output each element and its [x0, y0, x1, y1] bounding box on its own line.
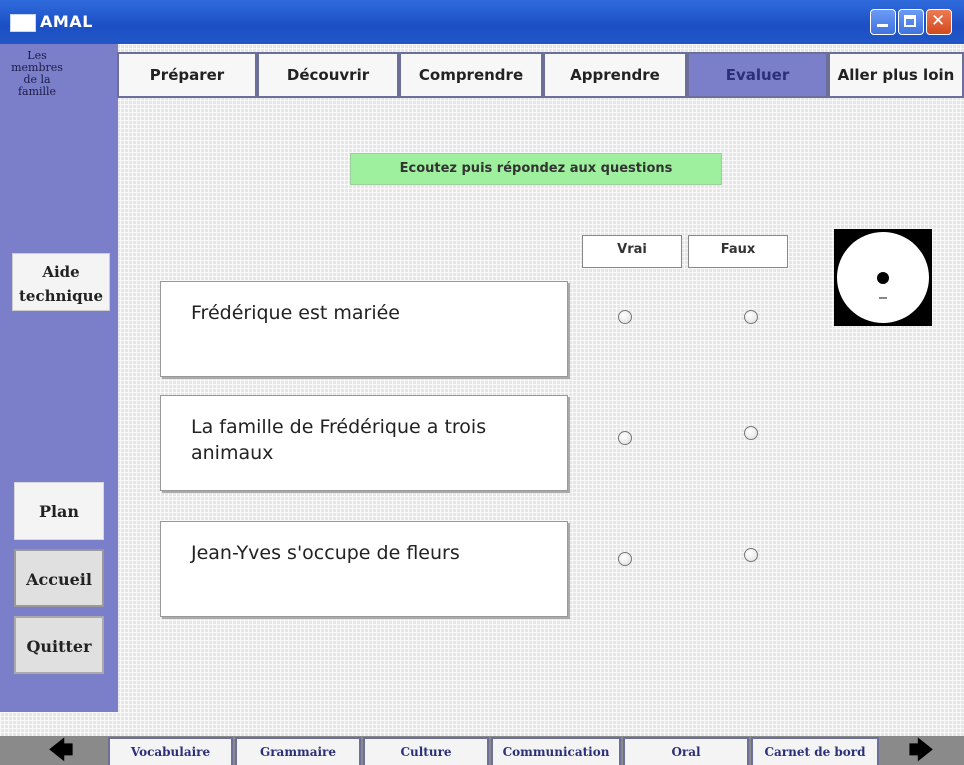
radio-false-q2[interactable]: [744, 426, 758, 440]
quit-button[interactable]: Quitter: [14, 616, 104, 674]
maximize-button[interactable]: [898, 9, 924, 35]
minimize-icon: [877, 24, 888, 27]
cd-label: [879, 297, 887, 299]
app-icon: [10, 14, 36, 32]
radio-false-q3[interactable]: [744, 548, 758, 562]
radio-true-q3[interactable]: [618, 552, 632, 566]
question-text: Jean-Yves s'occupe de fleurs: [191, 542, 460, 564]
arrow-left-icon[interactable]: 🡄: [16, 736, 106, 765]
sidebar: Les membres de la famille: [0, 44, 118, 712]
tab-oral[interactable]: Oral: [623, 737, 749, 765]
close-button[interactable]: ✕: [926, 9, 952, 35]
radio-true-q2[interactable]: [618, 431, 632, 445]
tab-vocabulaire[interactable]: Vocabulaire: [108, 737, 233, 765]
tab-apprendre[interactable]: Apprendre: [543, 52, 687, 98]
arrow-right-icon[interactable]: 🡆: [881, 736, 961, 765]
tab-aller-plus-loin[interactable]: Aller plus loin: [828, 52, 964, 98]
question-text: Frédérique est mariée: [191, 302, 400, 324]
maximize-icon: [904, 15, 916, 27]
tab-preparer[interactable]: Préparer: [117, 52, 257, 98]
tab-evaluer[interactable]: Evaluer: [687, 52, 828, 98]
help-label-line2: technique: [18, 287, 104, 305]
instruction-banner: Ecoutez puis répondez aux questions: [350, 153, 722, 185]
question-text: La famille de Frédérique a trois animaux: [191, 416, 487, 464]
cd-disc: [837, 232, 929, 323]
tab-grammaire[interactable]: Grammaire: [235, 737, 361, 765]
tab-decouvrir[interactable]: Découvrir: [257, 52, 399, 98]
tab-carnet-de-bord[interactable]: Carnet de bord: [751, 737, 879, 765]
home-button[interactable]: Accueil: [14, 549, 104, 607]
help-button[interactable]: Aide technique: [12, 253, 110, 311]
main-content-area: [0, 44, 964, 736]
false-column-header: Faux: [688, 235, 788, 268]
minimize-button[interactable]: [870, 9, 896, 35]
topic-label: Les membres de la famille: [11, 49, 63, 98]
tab-communication[interactable]: Communication: [491, 737, 621, 765]
tab-comprendre[interactable]: Comprendre: [399, 52, 543, 98]
question-card: Jean-Yves s'occupe de fleurs: [160, 521, 568, 617]
plan-button[interactable]: Plan: [14, 482, 104, 540]
window-titlebar: AMAL ✕: [0, 0, 964, 44]
close-icon: ✕: [931, 11, 946, 31]
window-title: AMAL: [40, 12, 93, 31]
question-card: Frédérique est mariée: [160, 281, 568, 377]
true-column-header: Vrai: [582, 235, 682, 268]
question-card: La famille de Frédérique a trois animaux: [160, 395, 568, 491]
cd-icon[interactable]: [834, 229, 932, 326]
cd-hole: [877, 272, 889, 284]
radio-false-q1[interactable]: [744, 310, 758, 324]
radio-true-q1[interactable]: [618, 310, 632, 324]
help-label-line1: Aide: [42, 263, 80, 281]
tab-culture[interactable]: Culture: [363, 737, 489, 765]
